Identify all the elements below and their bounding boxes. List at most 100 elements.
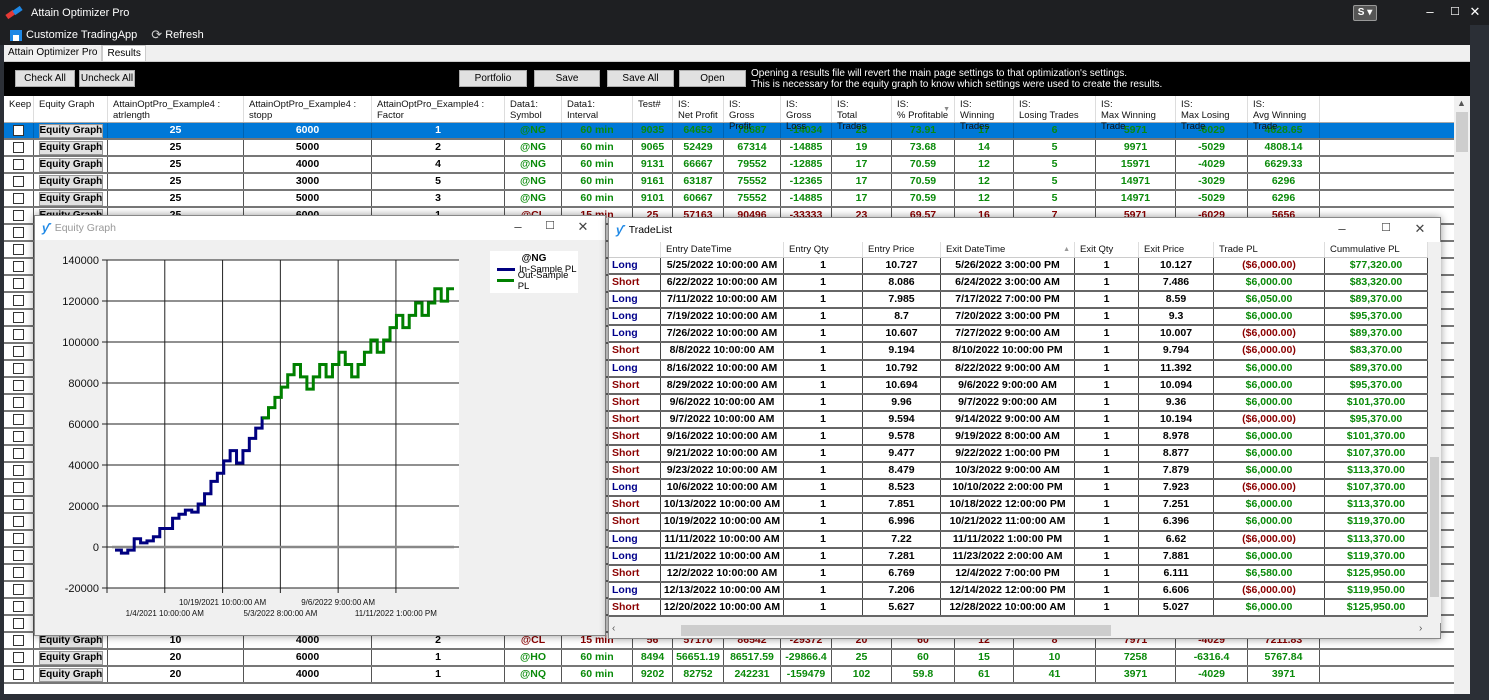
- equity-graph-button[interactable]: Equity Graph: [38, 192, 103, 206]
- keep-checkbox[interactable]: [13, 397, 24, 408]
- tab-attain-optimizer-pro[interactable]: Attain Optimizer Pro: [4, 45, 103, 61]
- keep-checkbox[interactable]: [13, 329, 24, 340]
- keep-checkbox[interactable]: [13, 363, 24, 374]
- trade-row[interactable]: Short 12/20/2022 10:00:00 AM 1 5.627 12/28/2…: [609, 599, 1440, 617]
- column-header[interactable]: Exit Qty: [1075, 242, 1139, 257]
- trade-row[interactable]: Long 10/6/2022 10:00:00 AM 1 8.523 10/10/202…: [609, 480, 1440, 498]
- column-header[interactable]: Trade PL: [1214, 242, 1325, 257]
- equity-graph-button[interactable]: Equity Graph: [38, 175, 103, 189]
- trade-row[interactable]: Long 11/11/2022 10:00:00 AM 1 7.22 11/11/202…: [609, 531, 1440, 549]
- keep-checkbox[interactable]: [13, 210, 24, 221]
- uncheck-all-button[interactable]: Uncheck All: [79, 70, 135, 87]
- keep-checkbox[interactable]: [13, 601, 24, 612]
- tradelist-titlebar[interactable]: ƴ TradeList – ☐ ✕: [609, 218, 1440, 242]
- keep-checkbox[interactable]: [13, 380, 24, 391]
- equity-graph-button[interactable]: Equity Graph: [38, 124, 103, 138]
- scroll-right-icon[interactable]: ›: [1419, 623, 1422, 634]
- table-row[interactable]: Equity Graph 25 5000 3 @NG 60 min 9101 60667 755…: [4, 191, 1454, 208]
- tradelist-horizontal-scrollbar[interactable]: ‹ ›: [609, 622, 1429, 638]
- column-header[interactable]: IS: Gross Profit: [724, 96, 781, 132]
- keep-checkbox[interactable]: [13, 278, 24, 289]
- column-header[interactable]: IS: Max Winning Trade: [1096, 96, 1176, 132]
- column-header[interactable]: Entry Qty: [784, 242, 863, 257]
- scrollbar-thumb[interactable]: [1430, 457, 1439, 597]
- keep-checkbox[interactable]: [13, 312, 24, 323]
- keep-checkbox[interactable]: [13, 414, 24, 425]
- keep-checkbox[interactable]: [13, 567, 24, 578]
- close-button[interactable]: ✕: [1460, 3, 1489, 21]
- scrollbar-thumb[interactable]: [1456, 112, 1468, 152]
- tab-results[interactable]: Results: [102, 45, 146, 61]
- equity-graph-button[interactable]: Equity Graph: [38, 158, 103, 172]
- keep-checkbox[interactable]: [13, 669, 24, 680]
- column-header[interactable]: IS: Net Profit: [673, 96, 724, 122]
- check-all-button[interactable]: Check All: [15, 70, 75, 87]
- keep-checkbox[interactable]: [13, 652, 24, 663]
- portfolio-graph-button[interactable]: Portfolio Graph: [459, 70, 527, 99]
- close-button[interactable]: ✕: [570, 219, 596, 235]
- keep-checkbox[interactable]: [13, 227, 24, 238]
- keep-checkbox[interactable]: [13, 346, 24, 357]
- equity-graph-button[interactable]: Equity Graph: [38, 651, 103, 665]
- column-header[interactable]: IS: Gross Loss: [781, 96, 832, 132]
- column-header[interactable]: Test#: [633, 96, 673, 122]
- table-row[interactable]: Equity Graph 25 3000 5 @NG 60 min 9161 63187 755…: [4, 174, 1454, 191]
- scroll-up-icon[interactable]: ▲: [1457, 98, 1466, 108]
- column-header[interactable]: AttainOptPro_Example4 : Factor: [372, 96, 505, 122]
- open-button[interactable]: Open: [679, 70, 746, 87]
- minimize-button[interactable]: –: [505, 219, 531, 234]
- trade-row[interactable]: Short 8/29/2022 10:00:00 AM 1 10.694 9/6/202…: [609, 377, 1440, 395]
- results-vertical-scrollbar[interactable]: ▲: [1454, 96, 1470, 694]
- trade-row[interactable]: Short 10/13/2022 10:00:00 AM 1 7.851 10/18/2…: [609, 497, 1440, 515]
- keep-checkbox[interactable]: [13, 176, 24, 187]
- keep-checkbox[interactable]: [13, 550, 24, 561]
- trade-row[interactable]: Short 6/22/2022 10:00:00 AM 1 8.086 6/24/202…: [609, 275, 1440, 293]
- column-header[interactable]: AttainOptPro_Example4 : stopp: [244, 96, 372, 122]
- trade-row[interactable]: Long 5/25/2022 10:00:00 AM 1 10.727 5/26/202…: [609, 258, 1440, 276]
- trade-row[interactable]: Long 11/21/2022 10:00:00 AM 1 7.281 11/23/20…: [609, 548, 1440, 566]
- trade-row[interactable]: Short 8/8/2022 10:00:00 AM 1 9.194 8/10/2022…: [609, 343, 1440, 361]
- column-header[interactable]: IS: Max Losing Trade: [1176, 96, 1248, 132]
- equity-graph-button[interactable]: Equity Graph: [38, 141, 103, 155]
- table-row[interactable]: Equity Graph 25 4000 4 @NG 60 min 9131 66667 795…: [4, 157, 1454, 174]
- trade-row[interactable]: Short 9/16/2022 10:00:00 AM 1 9.578 9/19/202…: [609, 428, 1440, 447]
- keep-checkbox[interactable]: [13, 465, 24, 476]
- refresh-menu[interactable]: ⟳ Refresh: [151, 27, 203, 43]
- table-row[interactable]: Equity Graph 20 6000 1 @HO 60 min 8494 56651.19…: [4, 650, 1454, 667]
- tradelist-vertical-scrollbar[interactable]: [1428, 242, 1441, 623]
- maximize-button[interactable]: ☐: [1373, 221, 1399, 234]
- keep-checkbox[interactable]: [13, 125, 24, 136]
- keep-checkbox[interactable]: [13, 499, 24, 510]
- trade-row[interactable]: Short 9/6/2022 10:00:00 AM 1 9.96 9/7/2022 9…: [609, 394, 1440, 412]
- keep-checkbox[interactable]: [13, 584, 24, 595]
- trade-row[interactable]: Long 8/16/2022 10:00:00 AM 1 10.792 8/22/202…: [609, 360, 1440, 378]
- column-header[interactable]: IS: % Profitable ▼: [892, 96, 955, 122]
- trade-row[interactable]: Long 12/13/2022 10:00:00 AM 1 7.206 12/14/20…: [609, 582, 1440, 600]
- table-row[interactable]: Equity Graph 25 5000 2 @NG 60 min 9065 52429 673…: [4, 140, 1454, 157]
- table-row[interactable]: Equity Graph 20 4000 1 @NQ 60 min 9202 82752 242…: [4, 667, 1454, 684]
- trade-row[interactable]: Short 10/19/2022 10:00:00 AM 1 6.996 10/21/2…: [609, 514, 1440, 532]
- customize-tradingapp-menu[interactable]: Customize TradingApp: [10, 29, 137, 41]
- column-header[interactable]: Cummulative PL: [1325, 242, 1428, 257]
- column-header[interactable]: IS: Losing Trades: [1014, 96, 1096, 122]
- trade-row[interactable]: Long 7/11/2022 10:00:00 AM 1 7.985 7/17/2022…: [609, 292, 1440, 310]
- maximize-button[interactable]: ☐: [537, 219, 563, 232]
- column-header[interactable]: IS: Winning Trades: [955, 96, 1014, 132]
- keep-checkbox[interactable]: [13, 618, 24, 629]
- column-header[interactable]: Exit DateTime ▲: [941, 242, 1075, 257]
- scroll-left-icon[interactable]: ‹: [612, 623, 615, 634]
- column-header[interactable]: Exit Price: [1139, 242, 1214, 257]
- save-checked-button[interactable]: Save Checked: [534, 70, 600, 99]
- trade-row[interactable]: Short 12/2/2022 10:00:00 AM 1 6.769 12/4/202…: [609, 565, 1440, 583]
- keep-checkbox[interactable]: [13, 516, 24, 527]
- keep-checkbox[interactable]: [13, 193, 24, 204]
- column-header[interactable]: Equity Graph: [34, 96, 108, 122]
- column-header[interactable]: Entry DateTime: [661, 242, 784, 257]
- column-header[interactable]: Data1: Symbol: [505, 96, 562, 122]
- trade-row[interactable]: Long 7/19/2022 10:00:00 AM 1 8.7 7/20/2022 3…: [609, 309, 1440, 327]
- keep-checkbox[interactable]: [13, 159, 24, 170]
- column-header[interactable]: [609, 242, 661, 257]
- keep-checkbox[interactable]: [13, 431, 24, 442]
- column-header[interactable]: Entry Price: [863, 242, 941, 257]
- column-header[interactable]: IS: Total Trades: [832, 96, 892, 132]
